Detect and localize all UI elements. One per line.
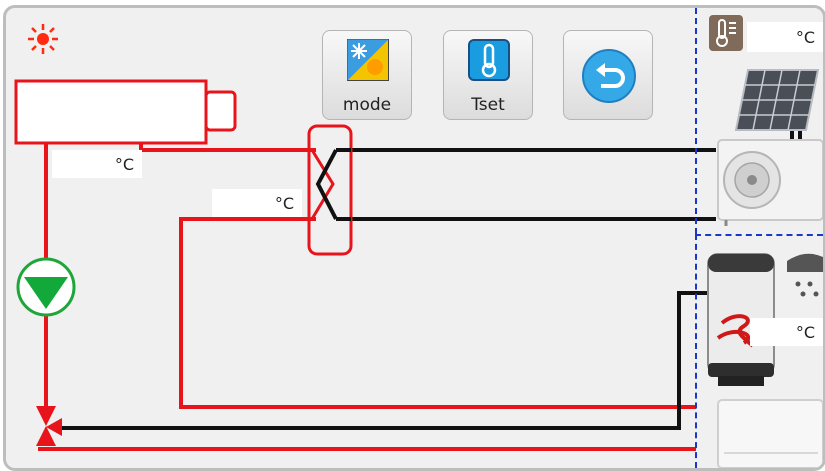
three-way-valve <box>36 406 62 446</box>
hydraulic-schema-panel: °C °C °C °C mode Tset <box>3 5 825 471</box>
sun-icon <box>26 22 60 56</box>
mode-button[interactable]: mode <box>322 30 412 120</box>
indoor-unit-body <box>14 79 208 145</box>
fan-coil-unit <box>717 399 823 468</box>
hx-feed-pipe <box>139 144 316 152</box>
dhw-tank-temperature: °C <box>750 318 823 346</box>
indoor-zone-border-left <box>695 234 697 468</box>
hx-return-pipe <box>179 217 696 409</box>
back-button[interactable] <box>563 30 653 120</box>
outdoor-temperature: °C <box>747 22 823 52</box>
thermometer-icon <box>468 39 510 81</box>
indoor-zone-border-top <box>695 234 823 236</box>
indoor-supply-temperature: °C <box>52 150 142 178</box>
heat-exchanger-return-temperature: °C <box>212 189 302 217</box>
outdoor-unit <box>717 139 823 226</box>
mode-button-label: mode <box>342 95 392 115</box>
outdoor-zone-border <box>695 8 697 234</box>
circulation-pump <box>16 257 76 317</box>
solar-panel <box>734 69 820 131</box>
tset-button-label: Tset <box>471 95 505 115</box>
indoor-unit-side-module <box>204 90 237 132</box>
shower-head <box>787 253 823 297</box>
tset-button[interactable]: Tset <box>443 30 533 120</box>
cold-pipes <box>62 126 802 430</box>
sun-snowflake-icon <box>347 39 389 81</box>
thermometer-panel-icon <box>709 15 743 51</box>
pipe-diagram <box>14 69 823 468</box>
hot-pipes <box>38 144 696 451</box>
back-arrow-icon <box>581 48 637 104</box>
